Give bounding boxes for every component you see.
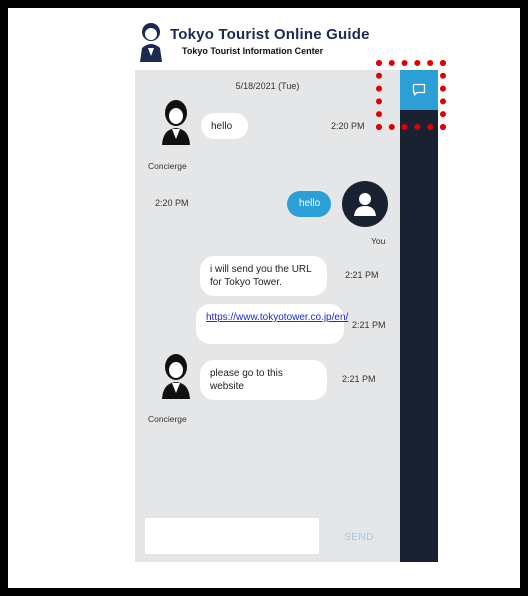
concierge-avatar-icon	[162, 100, 190, 145]
send-button[interactable]: SEND	[326, 522, 392, 552]
message-time: 2:21 PM	[345, 270, 379, 280]
header: Tokyo Tourist Online Guide Tokyo Tourist…	[128, 18, 400, 70]
tokyo-tower-link[interactable]: https://www.tokyotower.co.jp/en/	[206, 312, 348, 323]
concierge-logo-icon	[140, 23, 162, 62]
side-bar	[400, 70, 438, 562]
message-time: 2:21 PM	[352, 320, 386, 330]
message-time: 2:21 PM	[342, 374, 376, 384]
my-message-bubble: hello	[287, 191, 331, 217]
message-bubble: please go to this website	[200, 360, 327, 400]
concierge-avatar-icon	[162, 354, 190, 399]
brand-subtitle: Tokyo Tourist Information Center	[182, 46, 324, 56]
user-avatar-icon	[342, 181, 388, 227]
brand-title: Tokyo Tourist Online Guide	[170, 26, 370, 43]
chat-panel[interactable]: 5/18/2021 (Tue) hello 2:20 PM Concierge …	[135, 70, 400, 562]
sender-name: Concierge	[148, 414, 187, 424]
sender-name: You	[371, 236, 386, 246]
message-time: 2:20 PM	[331, 121, 365, 131]
message-bubble: hello	[201, 113, 248, 139]
sender-name: Concierge	[148, 161, 187, 171]
chat-date: 5/18/2021 (Tue)	[235, 81, 300, 91]
message-bubble: https://www.tokyotower.co.jp/en/	[196, 304, 348, 344]
message-bubble: i will send you the URL for Tokyo Tower.	[200, 256, 327, 296]
message-input[interactable]	[145, 518, 319, 554]
highlight-box	[376, 60, 446, 130]
message-time: 2:20 PM	[155, 198, 189, 208]
